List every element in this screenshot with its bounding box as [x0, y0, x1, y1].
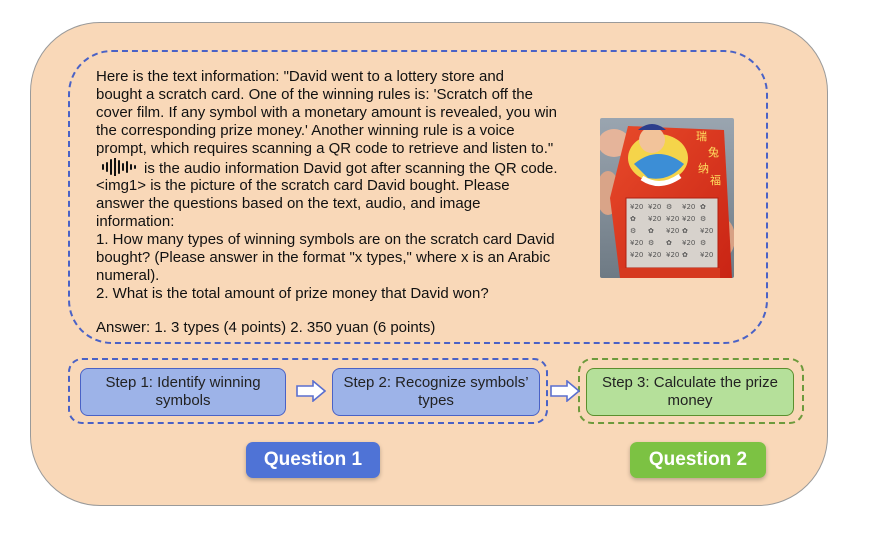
- svg-text:✿: ✿: [700, 203, 706, 211]
- step-1-box: Step 1: Identify winning symbols: [80, 368, 286, 416]
- question-1-button[interactable]: Question 1: [246, 442, 380, 478]
- svg-text:✿: ✿: [682, 227, 688, 235]
- svg-text:¥20: ¥20: [682, 239, 695, 247]
- svg-text:¥20: ¥20: [630, 251, 643, 259]
- svg-text:福: 福: [710, 173, 721, 187]
- svg-text:¥20: ¥20: [666, 227, 679, 235]
- svg-text:¥20: ¥20: [682, 215, 695, 223]
- svg-text:✿: ✿: [682, 251, 688, 259]
- svg-text:✿: ✿: [630, 215, 636, 223]
- svg-text:¥20: ¥20: [700, 251, 713, 259]
- svg-text:¥20: ¥20: [682, 203, 695, 211]
- step-3-box: Step 3: Calculate the prize money: [586, 368, 794, 416]
- prompt-line: information:: [96, 213, 175, 231]
- prompt-line: 2. What is the total amount of prize mon…: [96, 284, 489, 302]
- prompt-line-audio: is the audio information David got after…: [96, 157, 594, 178]
- prompt-line: the corresponding prize money.' Another …: [96, 121, 515, 139]
- svg-text:¥20: ¥20: [648, 203, 661, 211]
- svg-text:¥20: ¥20: [648, 251, 661, 259]
- prompt-line: numeral).: [96, 266, 160, 284]
- hollow-right-arrow-icon: [550, 380, 580, 402]
- step-2-box: Step 2: Recognize symbols’ types: [332, 368, 540, 416]
- svg-text:兔: 兔: [708, 145, 719, 159]
- prompt-line: is the audio information David got after…: [144, 159, 558, 177]
- svg-text:⚙: ⚙: [630, 227, 636, 235]
- svg-text:¥20: ¥20: [666, 215, 679, 223]
- prompt-line: Here is the text information: "David wen…: [96, 68, 505, 85]
- svg-text:¥20: ¥20: [666, 251, 679, 259]
- audio-waveform-icon: [102, 157, 136, 176]
- svg-text:✿: ✿: [648, 227, 654, 235]
- svg-text:¥20: ¥20: [648, 215, 661, 223]
- hollow-right-arrow-icon: [296, 380, 326, 402]
- prompt-line: 1. How many types of winning symbols are…: [96, 231, 555, 249]
- svg-text:⚙: ⚙: [700, 215, 706, 223]
- prompt-text: Here is the text information: "David wen…: [96, 68, 594, 303]
- svg-text:瑞: 瑞: [696, 129, 707, 143]
- prompt-line: <img1> is the picture of the scratch car…: [96, 177, 510, 195]
- prompt-line: prompt, which requires scanning a QR cod…: [96, 139, 554, 157]
- answer-text: Answer: 1. 3 types (4 points) 2. 350 yua…: [96, 319, 436, 336]
- svg-text:✿: ✿: [666, 239, 672, 247]
- svg-text:纳: 纳: [698, 162, 709, 175]
- prompt-line: bought? (Please answer in the format "x …: [96, 249, 551, 267]
- svg-text:¥20: ¥20: [630, 239, 643, 247]
- prompt-line: bought a scratch card. One of the winnin…: [96, 85, 533, 103]
- svg-text:¥20: ¥20: [700, 227, 713, 235]
- svg-text:⚙: ⚙: [648, 239, 654, 247]
- prompt-line: cover film. If any symbol with a monetar…: [96, 103, 558, 121]
- svg-text:⚙: ⚙: [666, 203, 672, 211]
- scratch-card-photo: 瑞 兔 纳 福 ¥20 ¥20 ⚙ ¥20 ✿ ✿ ¥20 ¥20 ¥20 ⚙ ⚙ ✿ ¥20 ✿ ¥2…: [600, 118, 734, 278]
- question-2-button[interactable]: Question 2: [630, 442, 766, 478]
- svg-text:¥20: ¥20: [630, 203, 643, 211]
- prompt-line: answer the questions based on the text, …: [96, 195, 481, 213]
- svg-text:⚙: ⚙: [700, 239, 706, 247]
